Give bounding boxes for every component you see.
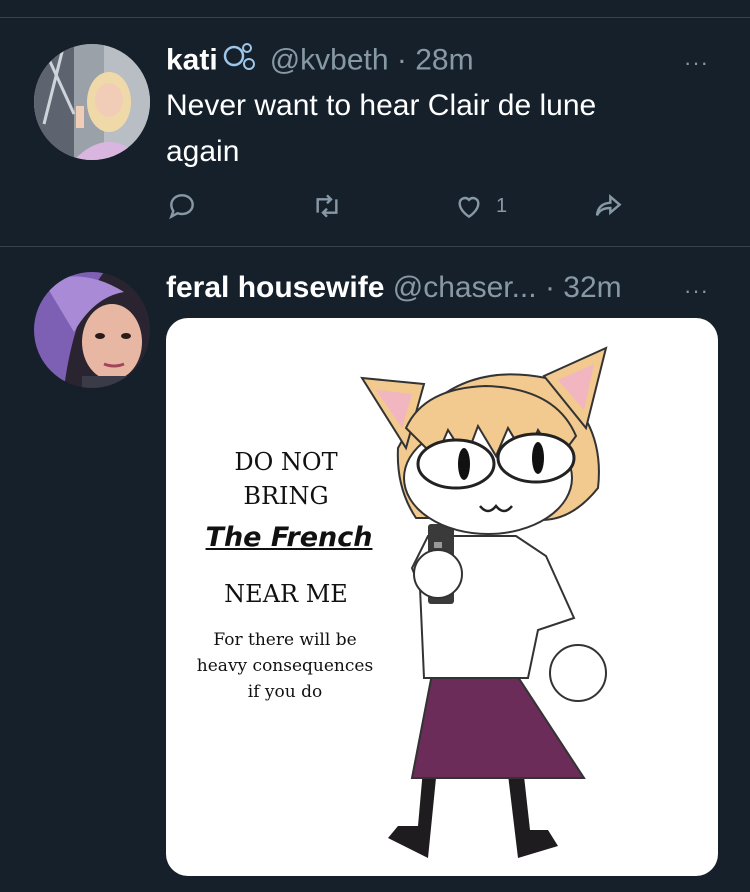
- bubbles-emoji-icon: [222, 42, 256, 81]
- like-icon: [452, 190, 486, 222]
- tweet-header: feral housewife @chaser... · 32m: [166, 270, 622, 306]
- tweet-text-line: Never want to hear Clair de lune: [166, 89, 597, 122]
- meme-text-consequences-2: heavy consequences: [196, 656, 374, 676]
- meme-text-consequences-3: if you do: [247, 682, 323, 702]
- avatar[interactable]: [34, 272, 150, 388]
- top-divider: [0, 17, 750, 18]
- meme-text-do-not: DO NOT: [234, 448, 338, 476]
- like-button[interactable]: 1: [452, 190, 507, 222]
- tweet-text: Never want to hear Clair de lune again: [166, 83, 596, 175]
- meme-text-the-french: The French: [205, 522, 373, 553]
- like-count: 1: [496, 194, 508, 217]
- handle[interactable]: @kvbeth: [270, 43, 389, 76]
- share-icon: [592, 190, 626, 222]
- separator: ·: [396, 43, 407, 77]
- reply-icon: [166, 190, 198, 222]
- meme-text-near-me: NEAR ME: [224, 580, 348, 608]
- retweet-icon: [310, 190, 344, 222]
- handle[interactable]: @chaser...: [393, 271, 537, 304]
- meme-text-bring: BRING: [243, 482, 329, 510]
- tweet-divider: [0, 246, 750, 247]
- retweet-button[interactable]: [310, 190, 344, 222]
- timestamp[interactable]: 32m: [563, 271, 621, 304]
- meme-text-consequences-1: For there will be: [213, 630, 357, 650]
- display-name[interactable]: feral housewife: [166, 271, 384, 304]
- separator: ·: [544, 271, 555, 304]
- tweet-media-image[interactable]: DO NOT BRING The French NEAR ME For ther…: [166, 318, 718, 876]
- tweet-header: kati @kvbeth · 28m: [166, 42, 474, 81]
- display-name[interactable]: kati: [166, 43, 218, 76]
- timestamp[interactable]: 28m: [415, 43, 473, 76]
- more-options-button[interactable]: ···: [684, 50, 709, 76]
- share-button[interactable]: [592, 190, 626, 222]
- avatar[interactable]: [34, 44, 150, 160]
- tweet-text-line: again: [166, 135, 240, 168]
- more-options-button[interactable]: ···: [684, 278, 709, 304]
- reply-button[interactable]: [166, 190, 198, 222]
